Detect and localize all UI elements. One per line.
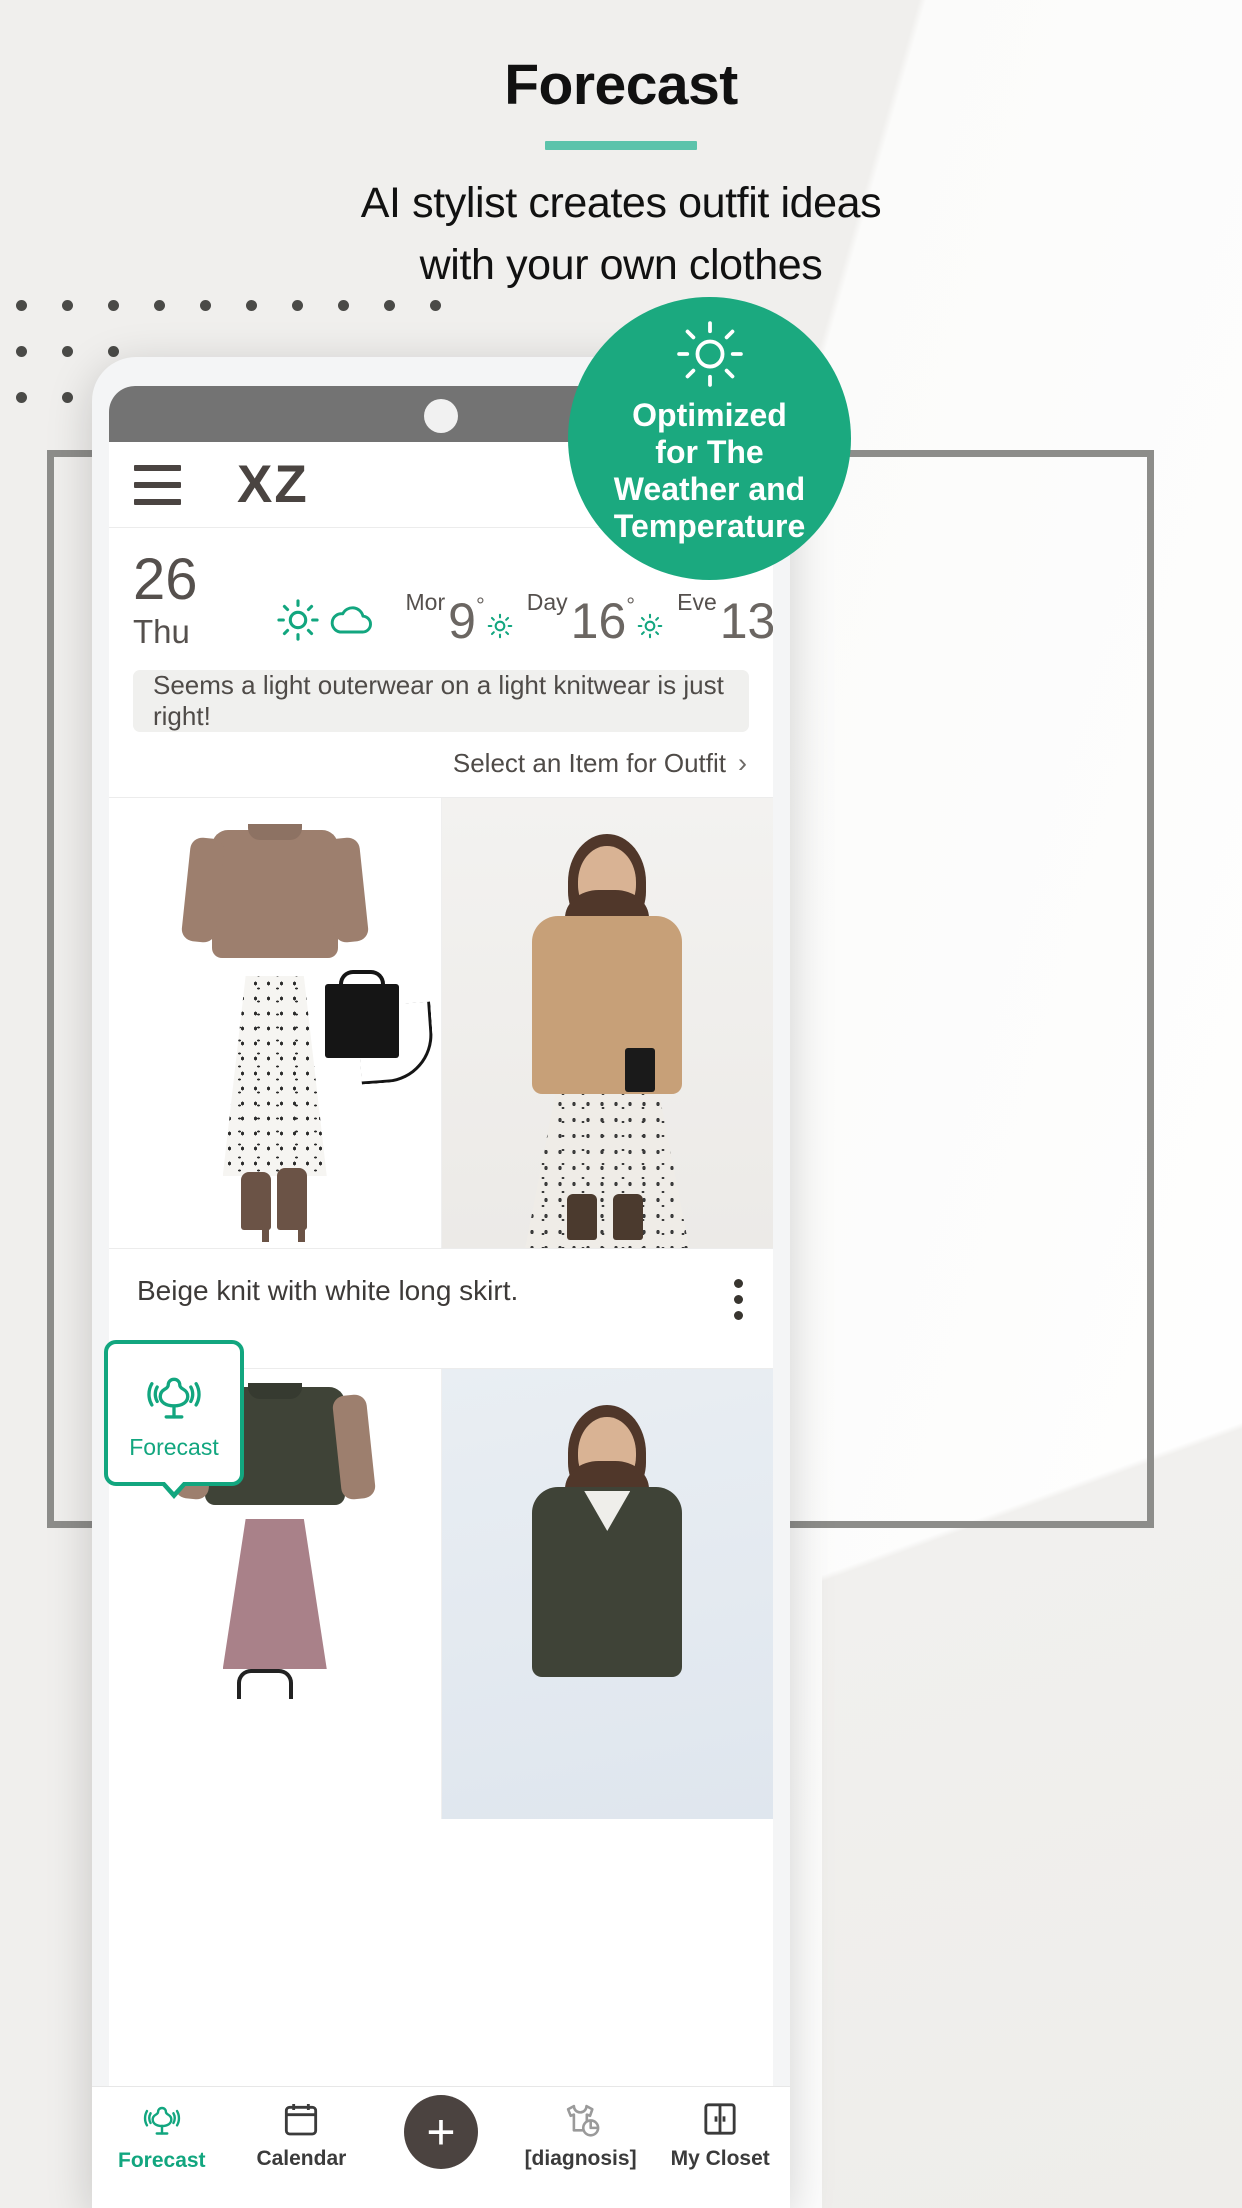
select-item-row[interactable]: Select an Item for Outfit › xyxy=(109,732,773,797)
app-brand-logo: XZ xyxy=(237,455,309,514)
promo-badge: Optimized for The Weather and Temperatur… xyxy=(568,297,851,580)
boots-item xyxy=(240,1158,309,1242)
tab-forecast[interactable]: Forecast xyxy=(92,2099,232,2173)
outfit-model-photo[interactable] xyxy=(441,798,773,1248)
decorative-dot xyxy=(62,300,73,311)
sun-icon xyxy=(487,613,513,644)
forecast-tooltip-callout[interactable]: Forecast xyxy=(104,1340,244,1486)
outfit-card[interactable]: Beige knit with white long skirt. xyxy=(109,797,773,1368)
tooltip-label: Forecast xyxy=(129,1433,219,1460)
knitwear-item xyxy=(211,830,338,958)
tab-label: Forecast xyxy=(118,2149,206,2172)
badge-line-2: for The xyxy=(655,434,764,470)
tab-label: Calendar xyxy=(256,2147,347,2170)
decorative-dot xyxy=(62,392,73,403)
weather-slot-morning: Mor 9 ° xyxy=(406,589,513,646)
mannequin-icon xyxy=(143,2106,180,2135)
condition-icons xyxy=(276,598,376,642)
decorative-dot xyxy=(62,346,73,357)
decorative-dot xyxy=(16,346,27,357)
outfit-model-photo[interactable] xyxy=(441,1369,773,1819)
slot-label: Eve xyxy=(677,589,717,615)
decorative-dot xyxy=(200,300,211,311)
bottom-tab-bar: Forecast Calendar + [diagnosis] My Close… xyxy=(92,2086,790,2208)
slot-label: Day xyxy=(526,589,568,615)
decorative-dot xyxy=(246,300,257,311)
decorative-dot xyxy=(154,300,165,311)
tab-add[interactable]: + xyxy=(371,2095,511,2169)
title-underline xyxy=(545,141,697,150)
sun-icon xyxy=(276,599,319,641)
slot-degree: ° xyxy=(475,593,485,618)
weather-slots: Mor 9 ° Day 16 ° Eve 13 xyxy=(392,589,773,646)
subtitle-line-2: with your own clothes xyxy=(419,241,823,289)
skirt-item xyxy=(222,1519,327,1669)
tab-diagnosis[interactable]: [diagnosis] xyxy=(511,2099,651,2171)
outfit-advice-message: Seems a light outerwear on a light knitw… xyxy=(133,670,749,732)
knitwear-collar xyxy=(247,824,302,840)
decorative-dot xyxy=(384,300,395,311)
sun-icon xyxy=(676,321,743,387)
phone-camera xyxy=(424,399,458,433)
decorative-dot xyxy=(338,300,349,311)
closet-icon xyxy=(704,2103,736,2135)
bag-item xyxy=(324,984,399,1058)
badge-line-1: Optimized xyxy=(632,397,787,433)
tab-calendar[interactable]: Calendar xyxy=(232,2099,372,2171)
slot-temperature: 9 xyxy=(448,593,476,649)
skirt-item xyxy=(222,976,327,1176)
page-subtitle: AI stylist creates outfit ideas with you… xyxy=(0,172,1242,296)
outfit-flatlay-image[interactable] xyxy=(109,798,442,1248)
decorative-dot xyxy=(292,300,303,311)
slot-degree: ° xyxy=(626,593,636,618)
weather-slot-day: Day 16 ° xyxy=(527,589,663,646)
slot-temperature: 13 xyxy=(719,593,773,649)
tab-my-closet[interactable]: My Closet xyxy=(650,2099,790,2171)
decorative-dot xyxy=(108,346,119,357)
badge-line-3: Weather and xyxy=(613,471,806,507)
slot-temperature: 16 xyxy=(570,593,627,649)
outfit-images xyxy=(109,798,773,1248)
chevron-right-icon: › xyxy=(738,748,747,778)
outfit-caption: Beige knit with white long skirt. xyxy=(137,1275,519,1306)
bag-handle xyxy=(236,1669,293,1699)
slot-label: Mor xyxy=(405,589,446,615)
decorative-dot xyxy=(108,300,119,311)
decorative-dot xyxy=(16,392,27,403)
subtitle-line-1: AI stylist creates outfit ideas xyxy=(360,179,882,227)
decorative-dot xyxy=(430,300,441,311)
phone-mockup: XZ 26 Thu Mor 9 ° Day 16 ° Eve 13 Seems … xyxy=(92,357,790,2208)
promo-badge-text: Optimized for The Weather and Temperatur… xyxy=(604,397,815,545)
date-day-number: 26 xyxy=(133,547,198,612)
weather-slot-evening: Eve 13 ° xyxy=(677,589,773,646)
sun-icon xyxy=(637,613,663,644)
knitwear-collar xyxy=(247,1383,302,1399)
app-screen: XZ 26 Thu Mor 9 ° Day 16 ° Eve 13 Seems … xyxy=(109,442,773,2208)
calendar-icon xyxy=(285,2104,318,2136)
tshirt-chart-icon xyxy=(566,2104,599,2137)
plus-icon[interactable]: + xyxy=(403,2095,478,2169)
hamburger-menu-icon[interactable] xyxy=(134,464,181,505)
select-item-label: Select an Item for Outfit xyxy=(452,748,726,778)
mannequin-icon xyxy=(147,1377,201,1419)
tab-label: [diagnosis] xyxy=(524,2147,637,2170)
date-day-of-week: Thu xyxy=(133,613,190,650)
kebab-menu-icon[interactable] xyxy=(734,1275,743,1320)
current-date: 26 Thu xyxy=(133,550,198,652)
page-title: Forecast xyxy=(504,53,738,117)
decorative-dot xyxy=(16,300,27,311)
badge-line-4: Temperature xyxy=(613,508,806,544)
cloud-icon xyxy=(330,606,372,634)
tab-label: My Closet xyxy=(670,2147,770,2170)
